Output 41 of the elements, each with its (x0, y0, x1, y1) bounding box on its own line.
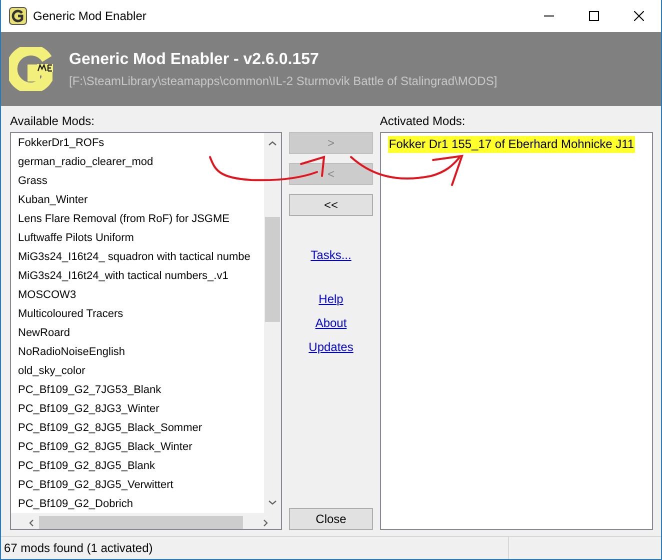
list-item[interactable]: Lens Flare Removal (from RoF) for JSGME (11, 210, 265, 229)
maximize-icon[interactable] (588, 11, 598, 21)
app-title: Generic Mod Enabler - v2.6.0.157 (69, 50, 320, 70)
close-icon[interactable] (634, 11, 644, 21)
move-button[interactable]: << (289, 194, 373, 216)
mod-list[interactable] (10, 132, 282, 530)
list-item[interactable]: Luftwaffe Pilots Uniform (11, 229, 265, 248)
list-item[interactable]: MOSCOW3 (11, 286, 265, 305)
list-item[interactable]: MiG3s24_I16t24_ squadron with tactical numbe (11, 248, 265, 267)
link[interactable]: Help (318, 290, 344, 308)
list-item[interactable]: Kuban_Winter (11, 191, 265, 210)
close-button[interactable]: Close (289, 508, 373, 530)
link[interactable]: Updates (308, 338, 354, 356)
app-icon (9, 7, 27, 25)
list-item[interactable]: PC_Bf109_G2_8JG5_Black_Sommer (11, 419, 265, 438)
list-item[interactable]: PC_Bf109_G2_7JG53_Blank (11, 381, 265, 400)
list-item[interactable]: PC_Bf109_G2_8JG5_Black_Winter (11, 438, 265, 457)
list-item[interactable]: PC_Bf109_G2_8JG3_Winter (11, 400, 265, 419)
list-item[interactable]: NewRoard (11, 324, 265, 343)
list-label: Activated Mods: (380, 113, 466, 130)
list-item[interactable]: old_sky_color (11, 362, 265, 381)
list-item[interactable]: PC_Bf109_G2_Dobrich (11, 495, 265, 514)
list-item[interactable]: Grass (11, 172, 265, 191)
list-item[interactable]: german_radio_clearer_mod (11, 153, 265, 172)
list-item[interactable]: FokkerDr1_ROFs (11, 134, 265, 153)
mods-path: [F:\SteamLibrary\steamapps\common\IL-2 Sturmovik Battle of Stalingrad\MODS] (69, 73, 498, 90)
list-item[interactable]: PC_Bf109_G2_8JG5_Verwittert (11, 476, 265, 495)
activated-list[interactable]: Fokker Dr1 155_17 of Eberhard Mohnicke J11 (380, 132, 654, 530)
link[interactable]: About (315, 314, 347, 332)
list-label: Available Mods: (10, 113, 96, 130)
list-item[interactable]: PC_Bf109_G2_8JG5_Blank (11, 457, 265, 476)
list-item[interactable]: NoRadioNoiseEnglish (11, 343, 265, 362)
list-item[interactable]: Multicoloured Tracers (11, 305, 265, 324)
status-text: 67 mods found (1 activated) (1, 536, 509, 558)
horizontal-scrollbar[interactable] (11, 513, 282, 529)
logo-icon (9, 47, 55, 91)
vertical-scrollbar[interactable] (264, 133, 282, 513)
window-title: Generic Mod Enabler (33, 8, 146, 25)
list-item[interactable]: MiG3s24_I16t24_with tactical numbers_.v1 (11, 267, 265, 286)
list-item[interactable]: Fokker Dr1 155_17 of Eberhard Mohnicke J11 (388, 136, 636, 153)
link[interactable]: Tasks... (310, 246, 352, 264)
